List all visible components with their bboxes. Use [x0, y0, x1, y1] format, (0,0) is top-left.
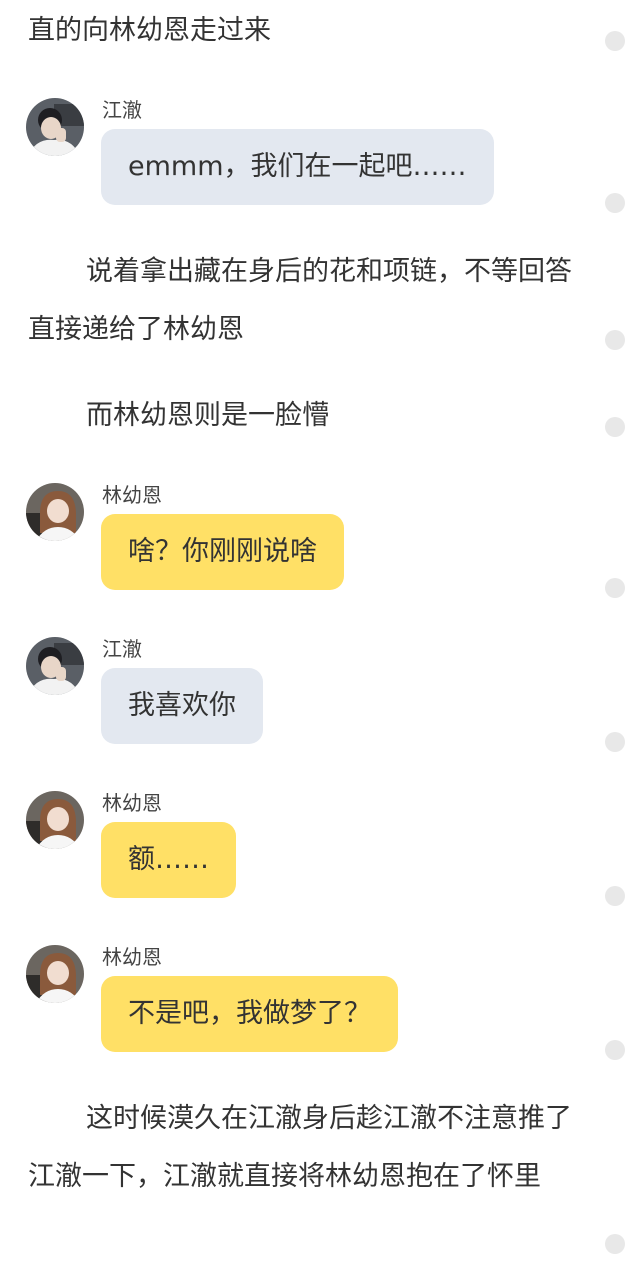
speaker-name: 江澈	[102, 98, 142, 122]
message-bubble: 我喜欢你	[101, 668, 263, 744]
male-avatar[interactable]	[26, 637, 84, 695]
comment-dot-icon[interactable]	[605, 1040, 625, 1060]
message-bubble: 不是吧，我做梦了？	[101, 976, 398, 1052]
comment-dot-icon[interactable]	[605, 193, 625, 213]
female-avatar[interactable]	[26, 945, 84, 1003]
female-avatar[interactable]	[26, 791, 84, 849]
male-avatar[interactable]	[26, 98, 84, 156]
comment-dot-icon[interactable]	[605, 330, 625, 350]
story-paragraph-2: 说着拿出藏在身后的花和项链，不等回答直接递给了林幼恩	[28, 256, 572, 345]
message-bubble: 啥？你刚刚说啥	[101, 514, 344, 590]
comment-dot-icon[interactable]	[605, 1234, 625, 1254]
message-bubble: 额……	[101, 822, 236, 898]
comment-dot-icon[interactable]	[605, 417, 625, 437]
comment-dot-icon[interactable]	[605, 578, 625, 598]
comment-dot-icon[interactable]	[605, 732, 625, 752]
speaker-name: 林幼恩	[102, 483, 162, 507]
story-paragraph-4: 这时候漠久在江澈身后趁江澈不注意推了江澈一下，江澈就直接将林幼恩抱在了怀里	[28, 1103, 572, 1192]
comment-dot-icon[interactable]	[605, 886, 625, 906]
speaker-name: 林幼恩	[102, 791, 162, 815]
speaker-name: 江澈	[102, 637, 142, 661]
comment-dot-icon[interactable]	[605, 31, 625, 51]
story-paragraph-1: 直的向林幼恩走过来	[28, 15, 271, 46]
speaker-name: 林幼恩	[102, 945, 162, 969]
story-paragraph-3: 而林幼恩则是一脸懵	[86, 400, 329, 431]
female-avatar[interactable]	[26, 483, 84, 541]
message-bubble: emmm，我们在一起吧……	[101, 129, 494, 205]
